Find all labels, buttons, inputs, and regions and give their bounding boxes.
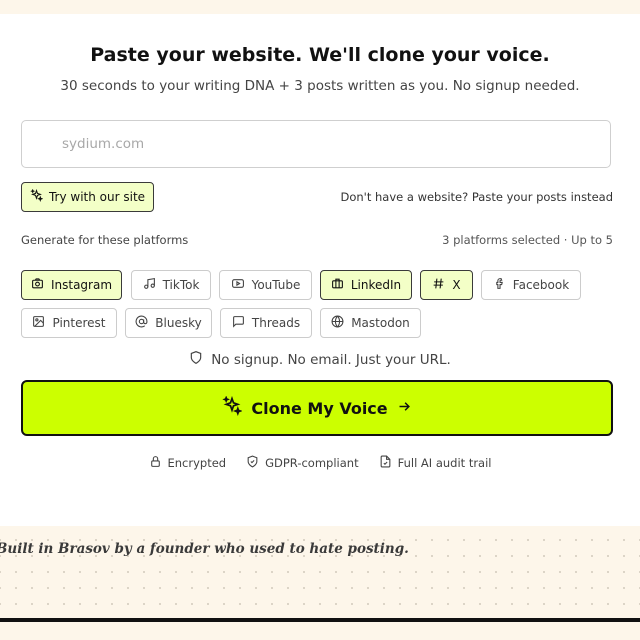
shield-check-icon (246, 455, 259, 471)
platform-chip-tiktok[interactable]: TikTok (131, 270, 211, 300)
file-check-icon (379, 455, 392, 471)
platform-chip-youtube[interactable]: YouTube (219, 270, 312, 300)
footer-band (0, 526, 640, 618)
platform-chip-facebook[interactable]: Facebook (481, 270, 581, 300)
youtube-icon (231, 277, 245, 293)
top-strip (0, 0, 640, 14)
trust-badge-label: GDPR-compliant (265, 456, 359, 470)
platform-chip-bluesky[interactable]: Bluesky (125, 308, 212, 338)
image-icon (32, 315, 45, 331)
globe-icon (331, 315, 344, 331)
lock-icon (149, 455, 162, 471)
bottom-strip (0, 622, 640, 640)
platform-label: Pinterest (52, 316, 106, 330)
platforms-selected-count: 3 platforms selected · Up to 5 (442, 233, 613, 247)
sparkles-icon (30, 188, 44, 205)
try-with-our-site-button[interactable]: Try with our site (21, 182, 154, 212)
trust-badge-label: Encrypted (167, 456, 227, 470)
footer-tagline: Built in Brasov by a founder who used to… (0, 541, 409, 557)
website-url-input[interactable] (21, 120, 611, 168)
clone-button-label: Clone My Voice (251, 398, 388, 418)
trust-badge-label: Full AI audit trail (397, 456, 492, 470)
platform-label: Instagram (50, 278, 113, 292)
platform-chip-threads[interactable]: Threads (220, 308, 312, 338)
platform-chip-x[interactable]: X (420, 270, 473, 300)
message-icon (232, 315, 245, 331)
platform-label: X (452, 278, 461, 292)
at-icon (135, 315, 148, 331)
arrow-right-icon (397, 399, 412, 418)
platform-label: Mastodon (351, 316, 410, 330)
trust-badges: Encrypted GDPR-compliant Full AI audit t… (0, 455, 640, 471)
trust-badge-audit: Full AI audit trail (379, 455, 492, 471)
shield-icon (189, 350, 203, 369)
platform-label: Bluesky (155, 316, 202, 330)
try-button-label: Try with our site (48, 190, 146, 204)
paste-posts-link[interactable]: Don't have a website? Paste your posts i… (341, 190, 614, 204)
platform-label: YouTube (251, 278, 301, 292)
platform-chip-pinterest[interactable]: Pinterest (21, 308, 117, 338)
page-title: Paste your website. We'll clone your voi… (90, 44, 550, 66)
sparkles-icon (222, 395, 244, 420)
clone-my-voice-button[interactable]: Clone My Voice (21, 380, 613, 436)
reassurance-text: No signup. No email. Just your URL. (211, 351, 451, 368)
reassurance-line: No signup. No email. Just your URL. (0, 350, 640, 369)
linkedin-icon (331, 277, 344, 293)
tiktok-icon (143, 277, 156, 293)
platform-label: LinkedIn (350, 278, 402, 292)
page-subtitle: 30 seconds to your writing DNA + 3 posts… (60, 78, 580, 94)
instagram-icon (31, 277, 44, 293)
platforms-label: Generate for these platforms (21, 233, 189, 247)
hash-icon (432, 277, 445, 293)
platform-label: Threads (251, 316, 301, 330)
platform-label: Facebook (512, 278, 570, 292)
platform-chip-linkedin[interactable]: LinkedIn (320, 270, 412, 300)
platform-chip-mastodon[interactable]: Mastodon (320, 308, 421, 338)
trust-badge-gdpr: GDPR-compliant (246, 455, 359, 471)
facebook-icon (493, 277, 506, 293)
trust-badge-encrypted: Encrypted (149, 455, 227, 471)
platform-label: TikTok (162, 278, 200, 292)
platform-chip-instagram[interactable]: Instagram (21, 270, 122, 300)
